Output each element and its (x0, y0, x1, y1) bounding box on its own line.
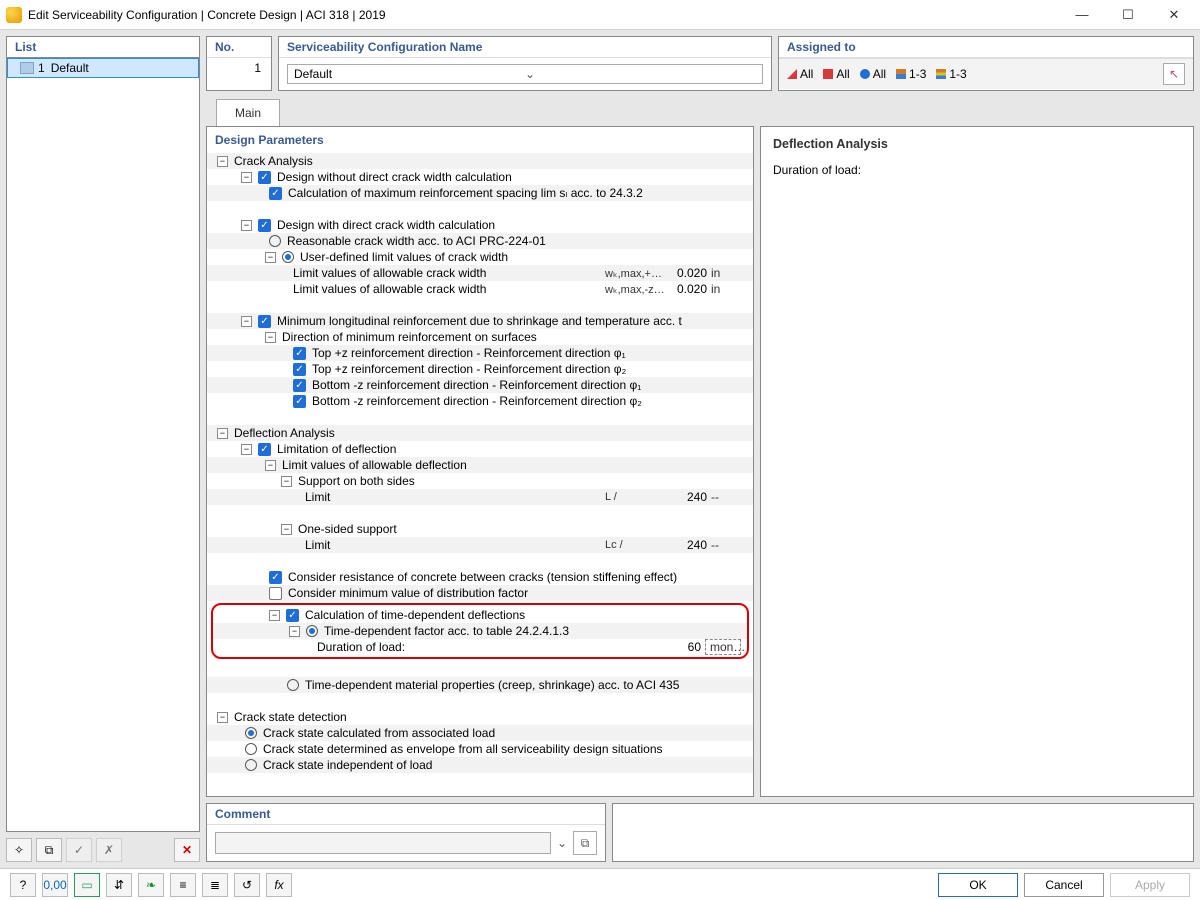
collapse-icon[interactable]: − (241, 316, 252, 327)
duration-input[interactable]: 60 (659, 640, 705, 654)
checkbox[interactable]: ✓ (293, 379, 306, 392)
apply-button[interactable]: Apply (1110, 873, 1190, 897)
radio[interactable] (245, 759, 257, 771)
list-item[interactable]: 1 Default (7, 58, 199, 78)
value-input[interactable]: 240 (665, 490, 711, 504)
checkbox[interactable]: ✓ (269, 571, 282, 584)
radio[interactable] (269, 235, 281, 247)
checkbox[interactable]: ✓ (293, 395, 306, 408)
help-button[interactable]: ? (10, 873, 36, 897)
db-button[interactable]: ≡ (170, 873, 196, 897)
assigned-tag-4[interactable]: 1-3 (896, 67, 926, 81)
duration-unit[interactable]: mon… (705, 639, 741, 655)
assign-picker-button[interactable]: ↖ (1163, 63, 1185, 85)
copy-button[interactable]: ⧉ (36, 838, 62, 862)
title-bar: Edit Serviceability Configuration | Conc… (0, 0, 1200, 30)
ok-button[interactable]: OK (938, 873, 1018, 897)
list-body: 1 Default (6, 58, 200, 832)
highlight-box: −✓Calculation of time-dependent deflecti… (211, 603, 749, 659)
collapse-icon[interactable]: − (269, 610, 280, 621)
value-input[interactable]: 0.020 (665, 282, 711, 296)
assigned-tag-2[interactable]: All (823, 67, 849, 81)
comment-label: Comment (207, 804, 605, 825)
checkbox[interactable]: ✓ (286, 609, 299, 622)
collapse-icon[interactable]: − (265, 252, 276, 263)
view-button[interactable]: ▭ (74, 873, 100, 897)
list-item-icon (20, 62, 34, 74)
group-crack-state: Crack state detection (234, 710, 747, 724)
group-deflection-analysis: Deflection Analysis (234, 426, 747, 440)
chevron-down-icon[interactable]: ⌄ (525, 67, 756, 81)
db2-button[interactable]: ≣ (202, 873, 228, 897)
checkbox[interactable]: ✓ (258, 171, 271, 184)
fx-button[interactable]: fx (266, 873, 292, 897)
list-item-name: Default (51, 61, 89, 75)
assigned-tag-3[interactable]: All (860, 67, 886, 81)
uncheck-all-button[interactable]: ✗ (96, 838, 122, 862)
checkbox[interactable]: ✓ (258, 443, 271, 456)
delete-button[interactable]: ✕ (174, 838, 200, 862)
comment-library-button[interactable]: ⧉ (573, 831, 597, 855)
group-crack-analysis: Crack Analysis (234, 154, 747, 168)
checkbox[interactable]: ✓ (269, 587, 282, 600)
list-header: List (6, 36, 200, 58)
name-label: Serviceability Configuration Name (279, 37, 771, 58)
app-icon (6, 7, 22, 23)
radio[interactable] (282, 251, 294, 263)
collapse-icon[interactable]: − (265, 332, 276, 343)
collapse-icon[interactable]: − (241, 220, 252, 231)
cancel-button[interactable]: Cancel (1024, 873, 1104, 897)
checkbox[interactable]: ✓ (258, 219, 271, 232)
no-label: No. (207, 37, 271, 58)
help-pane: Deflection Analysis Duration of load: (760, 126, 1194, 797)
checkbox[interactable]: ✓ (293, 347, 306, 360)
tree-button[interactable]: ⇵ (106, 873, 132, 897)
collapse-icon[interactable]: − (289, 626, 300, 637)
assigned-label: Assigned to (779, 37, 1193, 58)
collapse-icon[interactable]: − (217, 156, 228, 167)
radio[interactable] (306, 625, 318, 637)
footer: ? 0,00 ▭ ⇵ ❧ ≡ ≣ ↺ fx OK Cancel Apply (0, 868, 1200, 900)
checkbox[interactable]: ✓ (269, 187, 282, 200)
name-input[interactable]: Default ⌄ (287, 64, 763, 84)
assigned-body: All All All 1-3 1-3 ↖ (779, 58, 1193, 89)
section-design-parameters: Design Parameters (207, 127, 753, 153)
assigned-tag-1[interactable]: All (787, 67, 813, 81)
name-value: Default (294, 67, 525, 81)
radio[interactable] (287, 679, 299, 691)
collapse-icon[interactable]: − (265, 460, 276, 471)
value-input[interactable]: 0.020 (665, 266, 711, 280)
value-input[interactable]: 240 (665, 538, 711, 552)
maximize-button[interactable]: ☐ (1114, 7, 1142, 23)
checkbox[interactable]: ✓ (293, 363, 306, 376)
collapse-icon[interactable]: − (217, 712, 228, 723)
no-value: 1 (207, 58, 271, 78)
leaf-button[interactable]: ❧ (138, 873, 164, 897)
assigned-tag-5[interactable]: 1-3 (936, 67, 966, 81)
parameters-tree: Design Parameters −Crack Analysis −✓Desi… (206, 126, 754, 797)
undo-button[interactable]: ↺ (234, 873, 260, 897)
radio[interactable] (245, 727, 257, 739)
collapse-icon[interactable]: − (241, 444, 252, 455)
collapse-icon[interactable]: − (217, 428, 228, 439)
collapse-icon[interactable]: − (281, 524, 292, 535)
window-title: Edit Serviceability Configuration | Conc… (28, 8, 386, 22)
collapse-icon[interactable]: − (281, 476, 292, 487)
units-button[interactable]: 0,00 (42, 873, 68, 897)
new-button[interactable]: ✧ (6, 838, 32, 862)
minimize-button[interactable]: — (1068, 7, 1096, 23)
chevron-down-icon[interactable]: ⌄ (557, 836, 567, 850)
radio[interactable] (245, 743, 257, 755)
help-title: Deflection Analysis (773, 137, 1181, 151)
close-button[interactable]: ✕ (1160, 7, 1188, 23)
list-item-no: 1 (38, 61, 45, 75)
tab-main[interactable]: Main (216, 99, 280, 126)
collapse-icon[interactable]: − (241, 172, 252, 183)
checkbox[interactable]: ✓ (258, 315, 271, 328)
comment-input[interactable] (215, 832, 551, 854)
check-all-button[interactable]: ✓ (66, 838, 92, 862)
help-text: Duration of load: (773, 163, 1181, 177)
